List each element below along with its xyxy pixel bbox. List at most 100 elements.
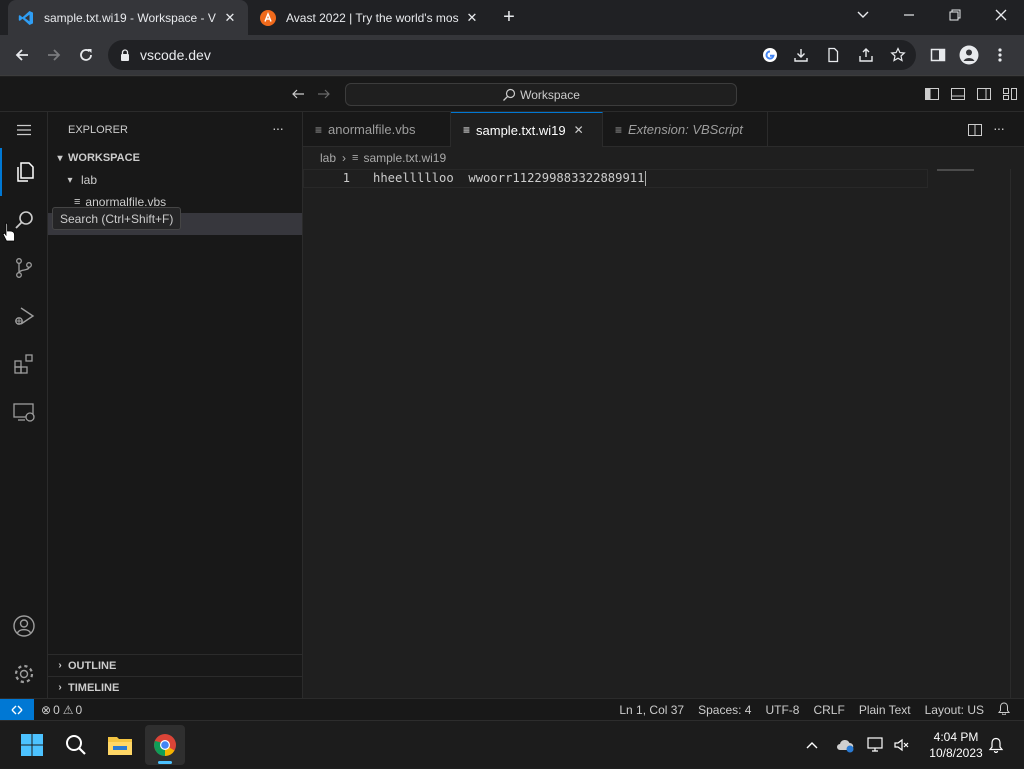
minimize-button[interactable] bbox=[886, 0, 932, 30]
editor-tab-label: Extension: VBScript bbox=[628, 122, 743, 137]
cursor-position-status[interactable]: Ln 1, Col 37 bbox=[612, 703, 691, 717]
tree-folder-lab[interactable]: ▾ lab bbox=[48, 169, 302, 191]
bookmark-button[interactable] bbox=[886, 43, 910, 67]
menu-icon bbox=[17, 124, 31, 136]
browser-tab-vscode[interactable]: sample.txt.wi19 - Workspace - V ✕ bbox=[8, 0, 248, 35]
scrollbar-track[interactable] bbox=[1010, 169, 1024, 698]
indentation-status[interactable]: Spaces: 4 bbox=[691, 703, 758, 717]
close-tab-icon[interactable]: ✕ bbox=[222, 10, 238, 26]
outline-section-header[interactable]: › OUTLINE bbox=[48, 654, 302, 676]
breadcrumb-folder[interactable]: lab bbox=[320, 151, 336, 165]
status-bar: ⊗ 0 ⚠ 0 Ln 1, Col 37 Spaces: 4 UTF-8 CRL… bbox=[0, 698, 1024, 721]
editor-area[interactable]: 1 hheellllloo wwoorr112299883322889911 bbox=[303, 169, 1024, 698]
tab-search-button[interactable] bbox=[840, 0, 886, 30]
reload-button[interactable] bbox=[74, 43, 98, 67]
go-forward-button[interactable] bbox=[312, 82, 336, 106]
new-tab-button[interactable]: + bbox=[498, 6, 520, 28]
problems-status[interactable]: ⊗ 0 ⚠ 0 bbox=[34, 703, 89, 717]
start-button[interactable] bbox=[12, 725, 52, 765]
bell-icon bbox=[988, 737, 1004, 753]
activity-explorer[interactable] bbox=[0, 148, 48, 196]
toggle-secondary-sidebar-button[interactable] bbox=[972, 82, 996, 106]
editor-tab-anormalfile[interactable]: ≡ anormalfile.vbs bbox=[303, 112, 451, 147]
command-center-label: Workspace bbox=[520, 87, 580, 102]
keyboard-layout-status[interactable]: Layout: US bbox=[918, 703, 991, 717]
vscode-title-bar: Workspace bbox=[0, 77, 1024, 112]
current-line: 1 hheellllloo wwoorr112299883322889911 bbox=[303, 169, 928, 188]
close-editor-icon[interactable]: ✕ bbox=[574, 123, 584, 137]
toggle-primary-sidebar-button[interactable] bbox=[920, 82, 944, 106]
install-app-button[interactable] bbox=[789, 43, 813, 67]
browser-tab-avast[interactable]: Avast 2022 | Try the world's mos ✕ bbox=[250, 0, 490, 35]
activity-run-debug[interactable] bbox=[0, 292, 48, 340]
activity-remote-explorer[interactable] bbox=[0, 388, 48, 436]
search-icon bbox=[503, 88, 516, 101]
editor-tab-sample[interactable]: ≡ sample.txt.wi19 ✕ bbox=[451, 112, 603, 147]
activity-manage[interactable] bbox=[0, 650, 48, 698]
google-lens-button[interactable] bbox=[758, 43, 782, 67]
taskbar-search-button[interactable] bbox=[56, 725, 96, 765]
arrow-right-icon bbox=[318, 89, 330, 99]
remote-explorer-icon bbox=[13, 403, 35, 422]
mouse-cursor-icon bbox=[2, 222, 15, 242]
arrow-right-icon bbox=[48, 49, 61, 61]
activity-extensions[interactable] bbox=[0, 340, 48, 388]
page-action-button[interactable] bbox=[821, 43, 845, 67]
activity-bar bbox=[0, 112, 48, 698]
toggle-panel-button[interactable] bbox=[946, 82, 970, 106]
show-hidden-icons-button[interactable] bbox=[800, 721, 824, 769]
notifications-button[interactable] bbox=[991, 701, 1024, 718]
file-icon bbox=[828, 47, 839, 63]
volume-button[interactable] bbox=[890, 721, 914, 769]
error-count: 0 bbox=[53, 702, 60, 717]
chrome-taskbar-button[interactable] bbox=[145, 725, 185, 765]
arrow-left-icon bbox=[292, 89, 304, 99]
close-window-button[interactable] bbox=[978, 0, 1024, 30]
editor-more-actions-button[interactable]: ··· bbox=[993, 120, 1005, 136]
workspace-section-header[interactable]: ▾ WORKSPACE bbox=[48, 147, 302, 169]
breadcrumb-file[interactable]: sample.txt.wi19 bbox=[363, 151, 446, 165]
go-back-button[interactable] bbox=[286, 82, 310, 106]
restore-button[interactable] bbox=[932, 0, 978, 30]
file-explorer-button[interactable] bbox=[100, 725, 140, 765]
share-button[interactable] bbox=[854, 43, 878, 67]
chrome-menu-button[interactable] bbox=[988, 43, 1012, 67]
chevron-right-icon: › bbox=[58, 682, 62, 693]
line-number: 1 bbox=[342, 171, 350, 185]
outline-label: OUTLINE bbox=[68, 659, 117, 672]
explorer-sidebar: EXPLORER ··· ▾ WORKSPACE ▾ lab ≡ anormal… bbox=[48, 112, 303, 698]
remote-indicator[interactable] bbox=[0, 698, 34, 721]
minimap[interactable] bbox=[937, 169, 974, 171]
network-button[interactable] bbox=[864, 721, 888, 769]
layout-sidebar-left-icon bbox=[925, 88, 939, 100]
error-icon: ⊗ bbox=[41, 702, 52, 717]
command-center[interactable]: Workspace bbox=[345, 83, 737, 106]
google-icon bbox=[763, 48, 777, 62]
back-button[interactable] bbox=[10, 43, 34, 67]
warning-count: 0 bbox=[75, 702, 83, 717]
activity-source-control[interactable] bbox=[0, 244, 48, 292]
profile-button[interactable] bbox=[957, 43, 981, 67]
menu-button[interactable] bbox=[0, 112, 48, 148]
eol-status[interactable]: CRLF bbox=[806, 703, 851, 717]
explorer-more-actions-button[interactable]: ··· bbox=[272, 120, 284, 136]
notification-center-button[interactable] bbox=[984, 721, 1008, 769]
more-vertical-icon bbox=[998, 48, 1002, 62]
editor-tabs-bar: ≡ anormalfile.vbs ≡ sample.txt.wi19 ✕ ≡ … bbox=[303, 112, 1024, 147]
split-editor-icon bbox=[968, 124, 982, 136]
close-tab-icon[interactable]: ✕ bbox=[464, 10, 480, 26]
vscode-logo-icon bbox=[18, 10, 33, 25]
editor-tab-extension[interactable]: ≡ Extension: VBScript bbox=[603, 112, 768, 147]
split-editor-button[interactable] bbox=[967, 122, 983, 141]
timeline-section-header[interactable]: › TIMELINE bbox=[48, 676, 302, 698]
language-status[interactable]: Plain Text bbox=[852, 703, 918, 717]
activity-accounts[interactable] bbox=[0, 602, 48, 650]
forward-button[interactable] bbox=[42, 43, 66, 67]
warning-icon: ⚠ bbox=[62, 702, 74, 717]
chevron-right-icon: › bbox=[58, 660, 62, 671]
onedrive-button[interactable] bbox=[832, 721, 858, 769]
windows-logo-icon bbox=[21, 734, 43, 756]
side-panel-button[interactable] bbox=[926, 43, 950, 67]
customize-layout-button[interactable] bbox=[998, 82, 1022, 106]
encoding-status[interactable]: UTF-8 bbox=[758, 703, 806, 717]
